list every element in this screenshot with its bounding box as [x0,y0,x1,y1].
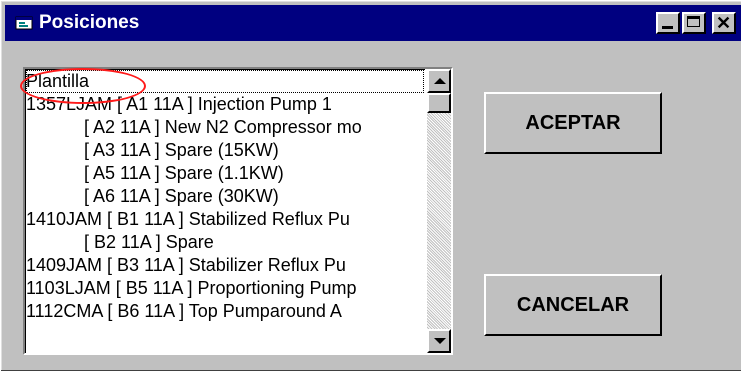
title-bar[interactable]: Posiciones ✕ [5,5,741,41]
scroll-up-button[interactable] [427,69,451,93]
list-item[interactable]: [ A6 11A ] Spare (30KW) [26,185,279,208]
list-item[interactable]: 1357LJAM [ A1 11A ] Injection Pump 1 [26,93,332,116]
dialog-window: Posiciones ✕ Plantilla 1357LJAM [ A1 11A … [0,0,741,372]
scroll-down-button[interactable] [427,329,451,353]
minimize-button[interactable] [656,12,680,34]
vertical-scrollbar[interactable] [427,69,451,353]
list-item[interactable]: [ A2 11A ] New N2 Compressor mo [26,116,362,139]
close-icon: ✕ [716,13,732,33]
listbox-items: Plantilla 1357LJAM [ A1 11A ] Injection P… [25,69,425,353]
close-button[interactable]: ✕ [712,12,736,34]
maximize-icon [687,16,700,27]
list-item[interactable]: 1103LJAM [ B5 11A ] Proportioning Pump [26,277,357,300]
list-item[interactable]: [ A5 11A ] Spare (1.1KW) [26,162,284,185]
list-item[interactable]: [ B2 11A ] Spare [26,231,214,254]
minimize-icon [662,26,673,29]
list-item[interactable]: 1409JAM [ B3 11A ] Stabilizer Reflux Pu [26,254,346,277]
list-item[interactable]: [ A3 11A ] Spare (15KW) [26,139,279,162]
list-item[interactable]: 1410JAM [ B1 11A ] Stabilized Reflux Pu [26,208,350,231]
maximize-button[interactable] [682,12,706,34]
list-item-selected[interactable]: Plantilla [26,70,424,93]
arrow-up-icon [434,78,446,84]
app-icon [15,16,33,30]
window-title: Posiciones [39,12,140,33]
positions-listbox[interactable]: Plantilla 1357LJAM [ A1 11A ] Injection P… [23,67,453,355]
cancel-button[interactable]: CANCELAR [484,274,662,336]
scroll-thumb[interactable] [427,93,451,113]
accept-button[interactable]: ACEPTAR [484,92,662,154]
arrow-down-icon [434,338,446,344]
list-item[interactable]: 1112CMA [ B6 11A ] Top Pumparound A [26,300,342,323]
